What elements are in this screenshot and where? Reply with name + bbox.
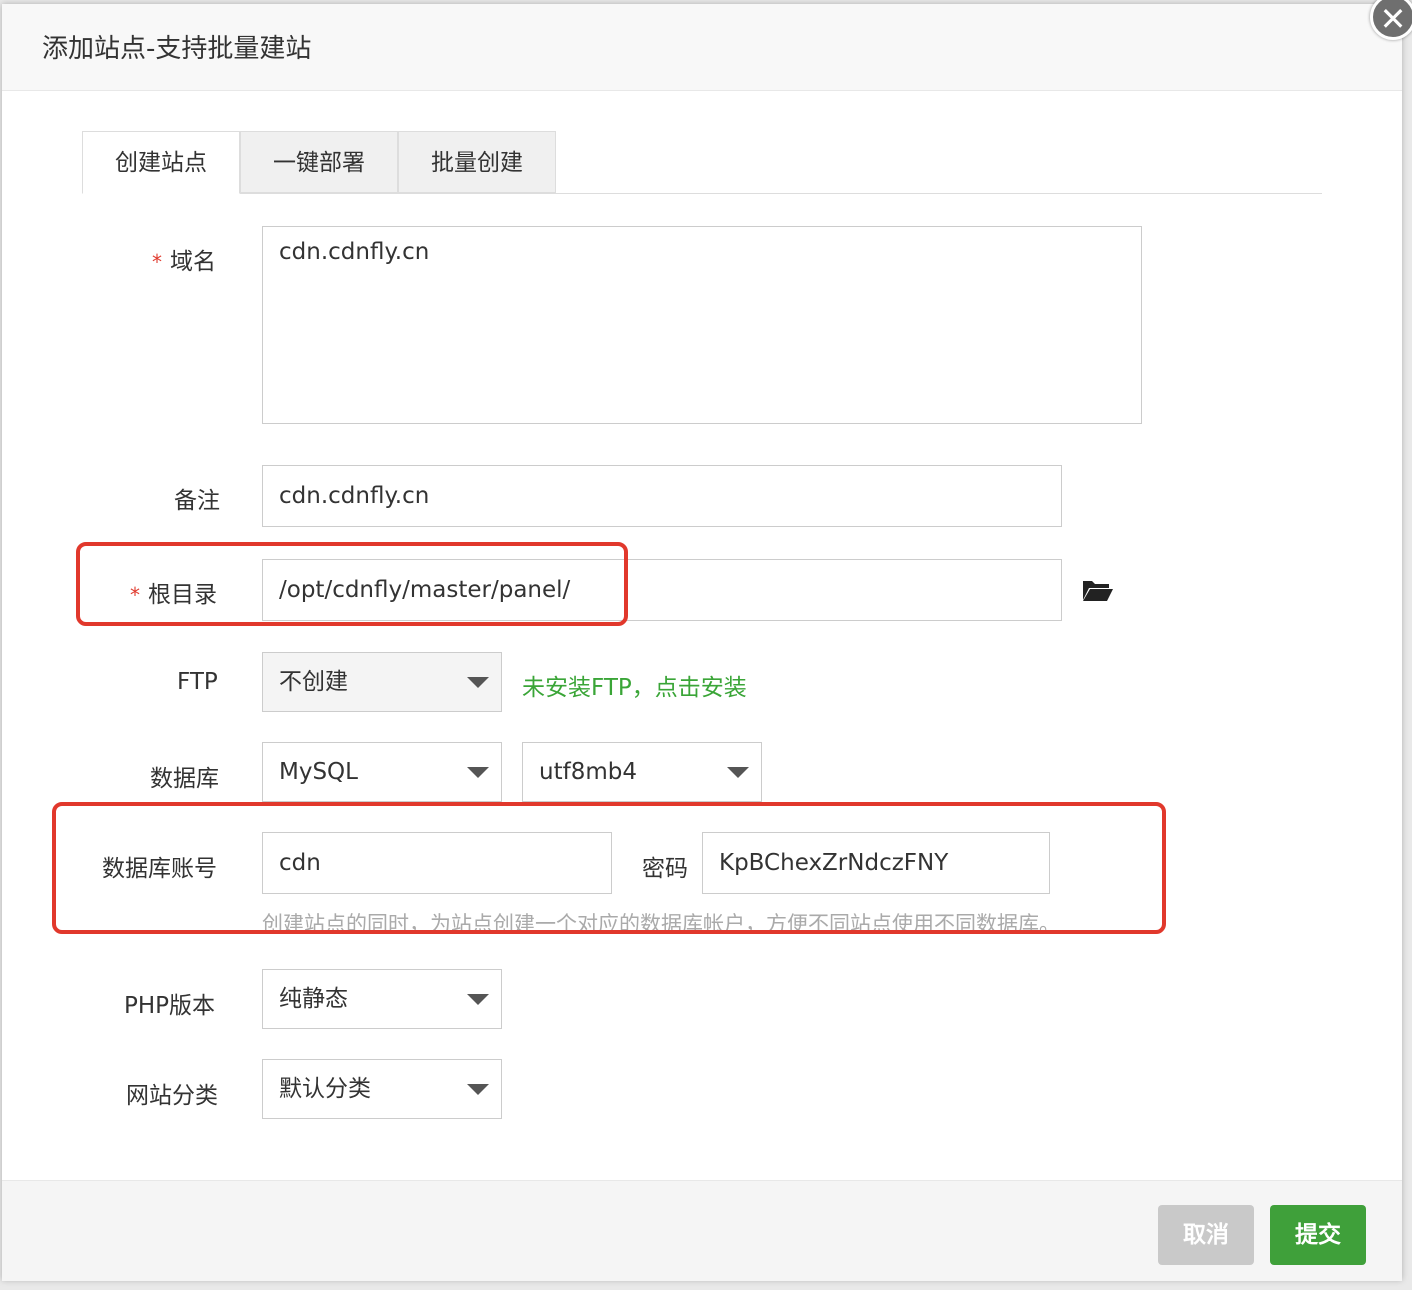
database-type-value: MySQL [279,759,358,785]
php-version-label: PHP版本 [124,993,216,1019]
domain-label: * 域名 [152,242,216,276]
install-ftp-link[interactable]: 未安装FTP，点击安装 [522,668,747,702]
chevron-down-icon [467,767,489,778]
dialog-header: 添加站点-支持批量建站 [2,4,1402,91]
submit-button[interactable]: 提交 [1270,1205,1366,1265]
site-category-label: 网站分类 [126,1083,218,1109]
chevron-down-icon [467,994,489,1005]
php-version-select[interactable]: 纯静态 [262,969,502,1029]
add-site-dialog: 添加站点-支持批量建站 创建站点 一键部署 批量创建 * 域名 cdn.cdnfl… [2,4,1402,1281]
domain-label-text: 域名 [170,249,216,275]
folder-open-icon[interactable] [1082,578,1114,602]
tab-one-click-deploy[interactable]: 一键部署 [240,131,398,193]
dialog-footer: 取消 提交 [2,1180,1402,1281]
ftp-selected-value: 不创建 [279,669,348,695]
database-label: 数据库 [150,766,219,792]
domain-value: cdn.cdnfly.cn [279,239,430,265]
php-version-value: 纯静态 [279,986,348,1012]
chevron-down-icon [727,767,749,778]
tab-bar: 创建站点 一键部署 批量创建 [82,131,1322,194]
required-mark: * [152,250,162,274]
remark-label: 备注 [174,488,220,514]
cancel-button[interactable]: 取消 [1158,1205,1254,1265]
chevron-down-icon [467,677,489,688]
db-account-highlight [52,802,1166,934]
root-dir-highlight [76,542,628,626]
ftp-select[interactable]: 不创建 [262,652,502,712]
site-category-select[interactable]: 默认分类 [262,1059,502,1119]
tab-create-site[interactable]: 创建站点 [82,131,240,194]
dialog-title: 添加站点-支持批量建站 [42,34,312,64]
domain-textarea[interactable]: cdn.cdnfly.cn [262,226,1142,424]
database-charset-value: utf8mb4 [539,759,637,785]
chevron-down-icon [467,1084,489,1095]
tab-batch-create[interactable]: 批量创建 [398,131,556,193]
database-charset-select[interactable]: utf8mb4 [522,742,762,802]
site-category-value: 默认分类 [279,1076,371,1102]
remark-value: cdn.cdnfly.cn [279,483,430,509]
database-type-select[interactable]: MySQL [262,742,502,802]
ftp-label: FTP [177,669,218,695]
remark-input[interactable]: cdn.cdnfly.cn [262,465,1062,527]
